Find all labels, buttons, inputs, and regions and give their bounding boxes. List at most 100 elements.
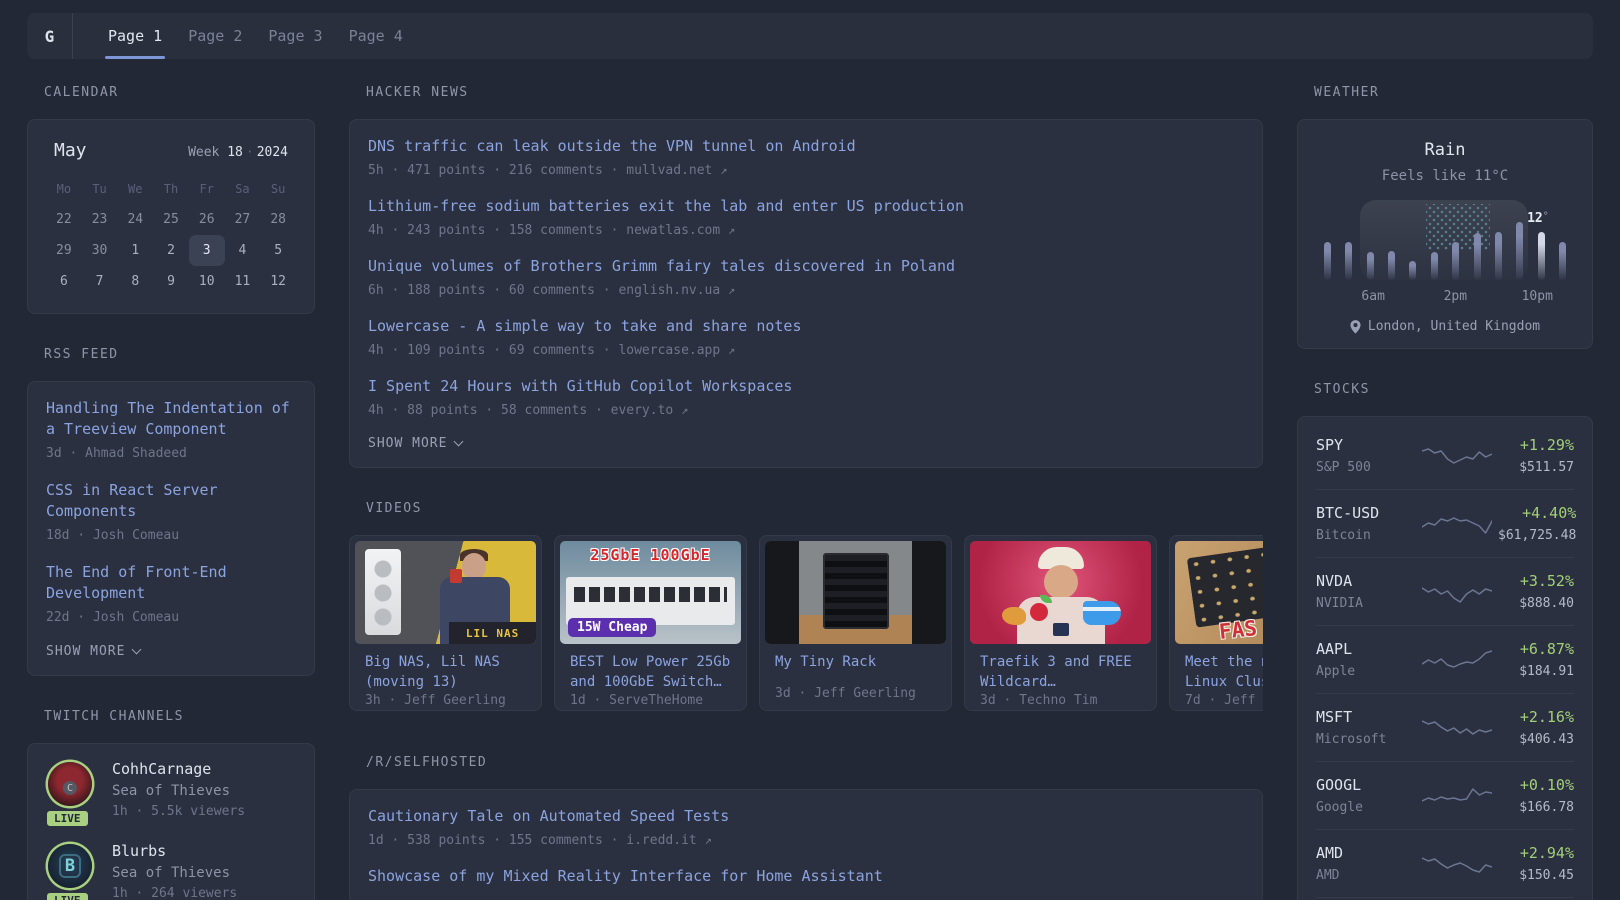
videos-label: VIDEOS	[366, 501, 422, 516]
stock-row[interactable]: GOOGL Google +0.10% $166.78	[1316, 762, 1574, 830]
video-thumbnail	[765, 541, 946, 644]
calendar-day: 25	[163, 212, 179, 227]
twitch-channel-row[interactable]: B LIVE Blurbs Sea of Thieves 1h · 264 vi…	[45, 842, 296, 900]
twitch-card: C LIVE CohhCarnage Sea of Thieves 1h · 5…	[27, 743, 315, 900]
avatar: B	[48, 844, 92, 888]
rss-item-title[interactable]: Handling The Indentation of a Treeview C…	[46, 398, 296, 440]
video-meta: 3h · Jeff Geerling	[365, 692, 506, 708]
video-meta: 1d · ServeTheHome	[570, 692, 704, 708]
stock-sparkline	[1422, 719, 1492, 735]
external-link-icon: ↗	[720, 163, 728, 177]
video-card[interactable]: Traefik 3 and FREE Wildcard… 3d · Techno…	[964, 535, 1157, 711]
video-thumbnail	[970, 541, 1151, 644]
rss-item-title[interactable]: The End of Front-End Development	[46, 562, 296, 604]
dashboard-page: G Page 1 Page 2 Page 3 Page 4 CALENDAR M…	[0, 0, 1620, 900]
hn-item-title[interactable]: I Spent 24 Hours with GitHub Copilot Wor…	[368, 376, 1244, 397]
hn-item: Unique volumes of Brothers Grimm fairy t…	[368, 256, 1244, 298]
hn-item-title[interactable]: DNS traffic can leak outside the VPN tun…	[368, 136, 1244, 157]
stock-sparkline	[1422, 856, 1492, 873]
weekday-header: Th	[163, 181, 179, 196]
live-badge: LIVE	[45, 809, 90, 828]
stock-row[interactable]: MSFT Microsoft +2.16% $406.43	[1316, 694, 1574, 762]
rss-item-title[interactable]: CSS in React Server Components	[46, 480, 296, 522]
stock-ticker: AAPL	[1316, 640, 1353, 658]
calendar-day: 2	[167, 243, 175, 258]
rss-item-meta: 22d · Josh Comeau	[46, 610, 180, 625]
twitch-channel-row[interactable]: C LIVE CohhCarnage Sea of Thieves 1h · 5…	[45, 760, 296, 828]
calendar-day: 27	[234, 212, 251, 227]
calendar-day: 11	[234, 274, 251, 289]
weather-condition: Rain	[1424, 140, 1466, 160]
stock-name: S&P 500	[1316, 460, 1371, 475]
calendar-day: 6	[59, 274, 68, 289]
stock-row[interactable]: AAPL Apple +6.87% $184.91	[1316, 626, 1574, 694]
rss-show-more-button[interactable]: SHOW MORE	[46, 644, 296, 659]
tab-page-4[interactable]: Page 4	[336, 13, 416, 59]
stock-price: $406.43	[1519, 732, 1574, 747]
hn-item-meta: 6h · 188 points · 60 comments · english.…	[368, 283, 736, 298]
weather-section: WEATHER Rain Feels like 11°C 12° 6am 2pm…	[1297, 85, 1593, 349]
weather-chart: 12° 6am 2pm 10pm	[1322, 196, 1568, 304]
video-title: Big NAS, Lil NAS	[365, 654, 500, 670]
rss-section: RSS FEED Handling The Indentation of a T…	[27, 347, 315, 676]
videos-section: VIDEOS LIL NAS Big NAS, Lil NAS (moving …	[349, 501, 1263, 711]
right-column: WEATHER Rain Feels like 11°C 12° 6am 2pm…	[1297, 85, 1593, 900]
stock-price: $166.78	[1519, 800, 1574, 815]
video-card[interactable]: FAS Meet the n Linux Clus 7d · Jeff	[1169, 535, 1263, 711]
live-badge: LIVE	[45, 891, 90, 900]
calendar-day: 30	[91, 243, 108, 258]
stock-name: NVIDIA	[1316, 596, 1363, 611]
hn-item-title[interactable]: Lowercase - A simple way to take and sha…	[368, 316, 1244, 337]
avatar: C	[48, 762, 92, 806]
tab-page-3[interactable]: Page 3	[255, 13, 335, 59]
calendar-day: 1	[131, 243, 140, 258]
stock-row[interactable]: SPY S&P 500 +1.29% $511.57	[1316, 422, 1574, 490]
stock-name: Google	[1316, 800, 1363, 815]
hn-item: Lowercase - A simple way to take and sha…	[368, 316, 1244, 358]
tab-page-1[interactable]: Page 1	[95, 13, 175, 59]
twitch-label: TWITCH CHANNELS	[44, 709, 184, 724]
rss-item: CSS in React Server Components 18d · Jos…	[46, 480, 296, 543]
hn-item-title[interactable]: Unique volumes of Brothers Grimm fairy t…	[368, 256, 1244, 277]
app-logo[interactable]: G	[27, 13, 73, 59]
hackernews-section: HACKER NEWS DNS traffic can leak outside…	[349, 85, 1263, 468]
video-title: Meet the n	[1185, 654, 1263, 670]
stock-row[interactable]: NVDA NVIDIA +3.52% $888.40	[1316, 558, 1574, 626]
hackernews-label: HACKER NEWS	[366, 85, 469, 100]
calendar-day: 7	[95, 274, 104, 289]
calendar-card: May Week 18 · 2024 Mo Tu We Th Fr Sa Su 22…	[27, 119, 315, 314]
video-card[interactable]: My Tiny Rack 3d · Jeff Geerling	[759, 535, 952, 711]
video-title: Wildcard…	[980, 674, 1056, 691]
video-card[interactable]: 25GbE 100GbE 15W Cheap BEST Low Power 25…	[554, 535, 747, 711]
tab-page-2[interactable]: Page 2	[175, 13, 255, 59]
stock-change: +6.87%	[1519, 640, 1574, 658]
hn-item-meta: 5h · 471 points · 216 comments · mullvad…	[368, 163, 728, 178]
calendar-day: 5	[274, 243, 283, 258]
stock-price: $150.45	[1519, 868, 1574, 883]
weekday-header: We	[128, 181, 143, 196]
stock-change: +2.94%	[1519, 844, 1574, 862]
stock-ticker: NVDA	[1316, 572, 1353, 590]
calendar-day: 9	[167, 274, 175, 289]
video-title: and 100GbE Switch…	[570, 674, 722, 691]
weather-label: WEATHER	[1314, 85, 1380, 100]
stock-row[interactable]: BTC-USD Bitcoin +4.40% $61,725.48	[1316, 490, 1576, 558]
video-meta: 7d · Jeff	[1185, 692, 1256, 708]
hn-show-more-button[interactable]: SHOW MORE	[368, 436, 1244, 451]
reddit-item-title[interactable]: Showcase of my Mixed Reality Interface f…	[368, 866, 1244, 887]
stock-change: +3.52%	[1519, 572, 1574, 590]
chevron-down-icon	[132, 644, 142, 655]
video-row: LIL NAS Big NAS, Lil NAS (moving 13) 3h …	[349, 535, 1263, 711]
twitch-channel-game: Sea of Thieves	[112, 783, 231, 799]
thumbnail-caption: LIL NAS	[449, 622, 536, 644]
reddit-item-title[interactable]: Cautionary Tale on Automated Speed Tests	[368, 806, 1244, 827]
calendar-day: 29	[56, 243, 72, 258]
stock-name: Bitcoin	[1316, 528, 1371, 543]
hn-item-title[interactable]: Lithium-free sodium batteries exit the l…	[368, 196, 1244, 217]
video-card[interactable]: LIL NAS Big NAS, Lil NAS (moving 13) 3h …	[349, 535, 542, 711]
stock-ticker: BTC-USD	[1316, 504, 1380, 522]
calendar-day: 26	[198, 212, 215, 227]
stock-row[interactable]: AMD AMD +2.94% $150.45	[1316, 830, 1574, 898]
external-link-icon: ↗	[681, 403, 689, 417]
stock-name: Apple	[1316, 664, 1356, 679]
